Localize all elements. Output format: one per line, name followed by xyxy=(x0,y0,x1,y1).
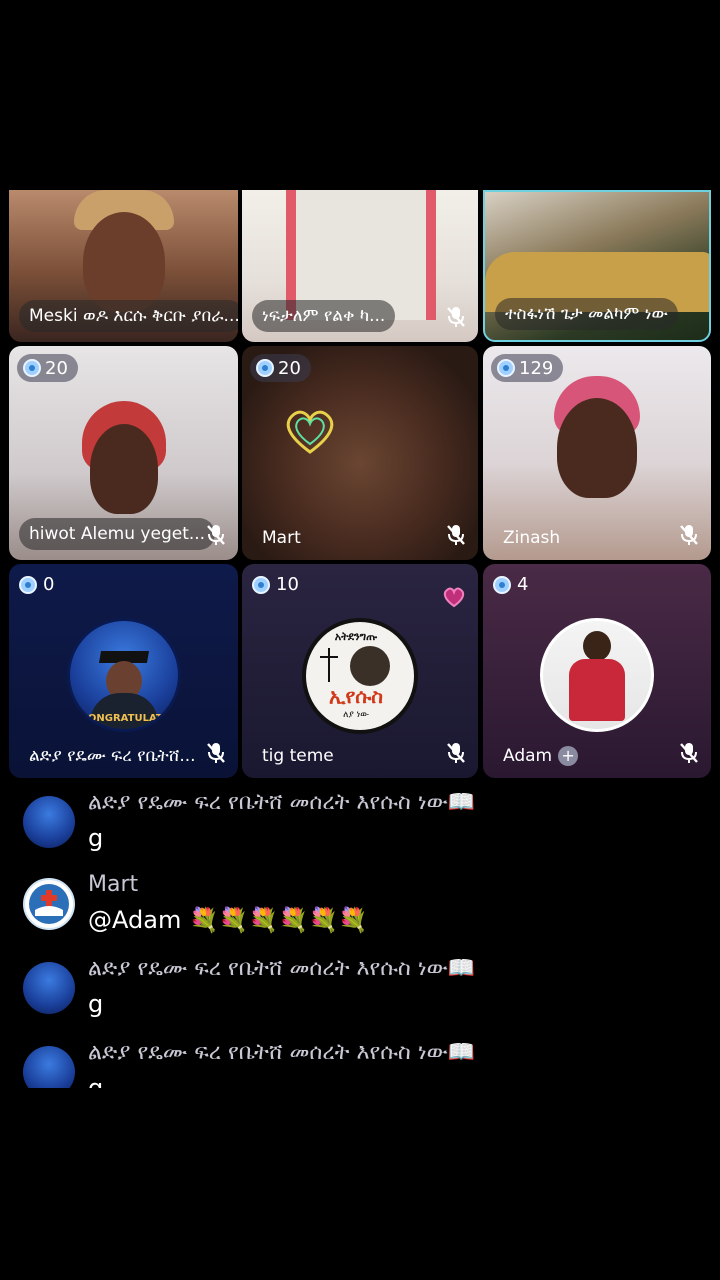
guest-name-label: Meski ወዶ እርሱ ቅርቡ ያበራ... xyxy=(19,300,238,332)
guest-name-label: ነፍታለም የልቀ ካ... xyxy=(252,300,396,332)
gift-count-badge: 20 xyxy=(250,354,311,382)
guest-tile-1[interactable]: Meski ወዶ እርሱ ቅርቡ ያበራ... xyxy=(9,190,238,342)
coin-icon xyxy=(23,359,41,377)
mic-off-icon xyxy=(447,743,465,763)
mic-off-icon xyxy=(680,743,698,763)
chat-text: g xyxy=(88,990,104,1018)
chat-message: ልድያ የዴሙ ፍረ የቤትሸ መሰረት እየሱስ ነው📖 g xyxy=(23,790,703,860)
guest-grid: Meski ወዶ እርሱ ቅርቡ ያበራ... ነፍታለም የልቀ ካ... ተ… xyxy=(9,190,711,780)
avatar-face xyxy=(583,631,611,661)
live-room-screen: Meski ወዶ እርሱ ቅርቡ ያበራ... ነፍታለም የልቀ ካ... ተ… xyxy=(0,0,720,1280)
plus-icon[interactable]: + xyxy=(558,746,579,766)
gift-count-badge: 20 xyxy=(17,354,78,382)
guest-name-label: tig teme xyxy=(262,746,334,766)
guest-name-label: Adam + xyxy=(503,746,579,766)
cross-icon xyxy=(328,648,330,682)
church-logo-icon xyxy=(29,884,69,924)
mic-off-icon xyxy=(207,743,225,763)
chat-username[interactable]: ልድያ የዴሙ ፍረ የቤትሸ መሰረት እየሱስ ነው📖 xyxy=(88,1040,475,1065)
user-avatar[interactable] xyxy=(23,878,75,930)
video-figure xyxy=(557,398,637,498)
video-figure xyxy=(89,424,158,514)
coin-icon xyxy=(19,575,37,594)
user-avatar[interactable] xyxy=(23,796,75,848)
chat-username[interactable]: Mart xyxy=(88,872,138,897)
chat-feed[interactable]: ልድያ የዴሙ ፍረ የቤትሸ መሰረት እየሱስ ነው📖 g Mart @Ad… xyxy=(0,788,720,1088)
coin-icon xyxy=(256,359,274,377)
guest-tile-6[interactable]: 129 Zinash xyxy=(483,346,711,560)
mic-off-icon xyxy=(447,525,465,545)
guest-name-label: hiwot Alemu yeget... xyxy=(19,518,216,550)
gift-count-badge: 129 xyxy=(491,354,564,382)
chat-username[interactable]: ልድያ የዴሙ ፍረ የቤትሸ መሰረት እየሱስ ነው📖 xyxy=(88,956,475,981)
guest-tile-5[interactable]: 20 Mart xyxy=(242,346,478,560)
guest-avatar xyxy=(540,618,654,732)
heart-effect-icon xyxy=(443,587,465,608)
user-avatar[interactable] xyxy=(23,1046,75,1088)
chat-text: g xyxy=(88,824,104,852)
mic-off-icon xyxy=(447,307,465,327)
avatar-portrait xyxy=(350,646,390,686)
congrats-text: CONGRATULATI xyxy=(80,713,167,724)
user-avatar[interactable] xyxy=(23,962,75,1014)
chat-message: ልድያ የዴሙ ፍረ የቤትሸ መሰረት እየሱስ ነው📖 g xyxy=(23,1040,703,1088)
coin-icon xyxy=(497,359,515,377)
heart-effect-icon xyxy=(286,410,334,454)
coin-icon xyxy=(252,575,270,594)
video-figure xyxy=(82,212,165,312)
mic-off-icon xyxy=(680,525,698,545)
chat-text: g xyxy=(88,1074,104,1088)
guest-tile-7[interactable]: 0 CONGRATULATI ልድያ የዴሙ ፍረ የቤትሸ... xyxy=(9,564,238,778)
guest-avatar: CONGRATULATI xyxy=(66,618,181,732)
coin-icon xyxy=(493,575,511,594)
gift-count-badge: 10 xyxy=(252,574,299,595)
guest-name-label: Mart xyxy=(262,528,301,548)
guest-avatar: አትደንግጡ ኢየሱስ ለያ ነው xyxy=(302,618,418,734)
chat-text: @Adam 💐💐💐💐💐💐 xyxy=(88,906,369,934)
avatar-main-text: ኢየሱስ xyxy=(329,684,383,708)
chat-message: Mart @Adam 💐💐💐💐💐💐 xyxy=(23,872,703,944)
guest-tile-8[interactable]: 10 አትደንግጡ ኢየሱስ ለያ ነው tig teme xyxy=(242,564,478,778)
avatar-top-text: አትደንግጡ xyxy=(334,630,378,643)
guest-name-label: ተስፋነሽ ጌታ መልካም ነው xyxy=(495,298,678,330)
guest-tile-4[interactable]: 20 hiwot Alemu yeget... xyxy=(9,346,238,560)
chat-username[interactable]: ልድያ የዴሙ ፍረ የቤትሸ መሰረት እየሱስ ነው📖 xyxy=(88,790,475,815)
gift-count-badge: 0 xyxy=(19,574,54,595)
guest-tile-9[interactable]: 4 Adam + xyxy=(483,564,711,778)
avatar-bottom-text: ለያ ነው xyxy=(343,710,369,720)
guest-name-label: Zinash xyxy=(503,528,561,548)
mic-off-icon xyxy=(207,525,225,545)
guest-tile-3[interactable]: ተስፋነሽ ጌታ መልካም ነው xyxy=(483,190,711,342)
chat-message: ልድያ የዴሙ ፍረ የቤትሸ መሰረት እየሱስ ነው📖 g xyxy=(23,956,703,1026)
cross-icon-bar xyxy=(320,656,338,658)
guest-name-label: ልድያ የዴሙ ፍረ የቤትሸ... xyxy=(29,746,196,766)
guest-tile-2[interactable]: ነፍታለም የልቀ ካ... xyxy=(242,190,478,342)
gift-count-badge: 4 xyxy=(493,574,528,595)
avatar-shirt xyxy=(569,659,625,721)
